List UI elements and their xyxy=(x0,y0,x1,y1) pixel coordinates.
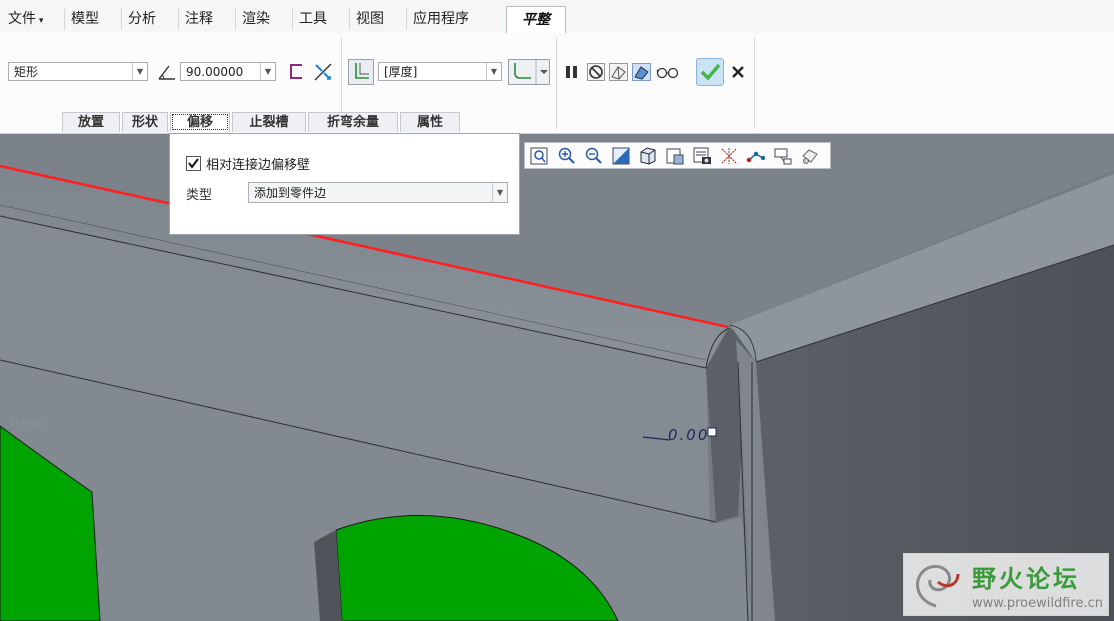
geometry-preview-icon[interactable] xyxy=(609,63,629,83)
menu-model[interactable]: 模型 xyxy=(64,8,105,30)
ribbon-divider xyxy=(754,37,755,129)
forum-watermark: 野火论坛 www.proewildfire.cn xyxy=(903,553,1109,616)
type-label: 类型 xyxy=(186,188,213,203)
tab-bend-allowance[interactable]: 折弯余量 xyxy=(308,112,398,132)
menu-render[interactable]: 渲染 xyxy=(235,8,276,30)
angle-input-value: 90.00000 xyxy=(186,65,244,79)
menu-analysis[interactable]: 分析 xyxy=(121,8,162,30)
check-icon xyxy=(700,63,721,81)
angle-icon xyxy=(157,62,177,82)
chevron-down-icon: ▼ xyxy=(260,63,275,80)
refit-icon[interactable] xyxy=(529,146,551,166)
datum-display-icon[interactable] xyxy=(718,146,740,166)
check-icon xyxy=(188,158,199,169)
tab-offset[interactable]: 偏移 xyxy=(170,112,230,132)
angle-input[interactable]: 90.00000 ▼ xyxy=(180,62,276,81)
menu-bar: 文件 ▾ 模型 分析 注释 渲染 工具 视图 应用程序 平整 xyxy=(0,0,1114,34)
thickness-side-button[interactable] xyxy=(348,59,374,85)
forum-url: www.proewildfire.cn xyxy=(972,596,1103,611)
graphics-toolbar xyxy=(524,142,831,169)
offset-panel: 相对连接边偏移壁 类型 添加到零件边 ▼ xyxy=(169,133,520,235)
spin-center-icon[interactable] xyxy=(745,146,767,166)
bracket-shape-icon[interactable] xyxy=(287,62,307,82)
chevron-down-icon: ▼ xyxy=(132,63,147,80)
menu-apps[interactable]: 应用程序 xyxy=(406,8,475,30)
tab-relief[interactable]: 止裂槽 xyxy=(232,112,306,132)
verify-preview-icon[interactable] xyxy=(632,63,652,83)
view-manager-icon[interactable] xyxy=(691,146,713,166)
faint-watermark-text: 野火模式 xyxy=(10,419,47,429)
offset-wall-checkbox-label: 相对连接边偏移壁 xyxy=(206,158,311,173)
display-style-icon[interactable] xyxy=(637,146,659,166)
forum-name: 野火论坛 xyxy=(972,565,1080,593)
menu-flat-active-tab[interactable]: 平整 xyxy=(506,6,566,34)
offset-type-select[interactable]: 添加到零件边 ▼ xyxy=(248,182,508,203)
pause-icon[interactable] xyxy=(562,63,582,83)
menu-file[interactable]: 文件 ▾ xyxy=(2,8,49,30)
forum-logo-icon xyxy=(916,565,960,608)
tab-shape[interactable]: 形状 xyxy=(122,112,168,132)
menu-annotate[interactable]: 注释 xyxy=(178,8,219,30)
chevron-down-icon: ▼ xyxy=(486,63,501,80)
ribbon-divider xyxy=(556,37,557,129)
thickness-select[interactable]: [厚度] ▼ xyxy=(378,62,502,81)
zoom-in-icon[interactable] xyxy=(556,146,578,166)
model-graphics xyxy=(0,134,1114,621)
flip-direction-icon[interactable] xyxy=(312,61,334,83)
tab-placement[interactable]: 放置 xyxy=(62,112,120,132)
bend-radius-dropdown[interactable] xyxy=(508,59,550,85)
cancel-button[interactable] xyxy=(730,63,750,83)
model-viewport[interactable]: 野火模式 0.00 xyxy=(0,134,1114,621)
offset-wall-checkbox[interactable] xyxy=(186,156,201,171)
thickness-select-value: [厚度] xyxy=(384,65,418,79)
tab-properties[interactable]: 属性 xyxy=(400,112,460,132)
appearance-gallery-icon[interactable] xyxy=(799,146,821,166)
annotation-display-icon[interactable] xyxy=(772,146,794,166)
chevron-down-icon: ▼ xyxy=(492,183,507,202)
shape-select[interactable]: 矩形 ▼ xyxy=(8,62,148,81)
menu-tools[interactable]: 工具 xyxy=(292,8,333,30)
shape-select-value: 矩形 xyxy=(14,65,39,79)
repaint-icon[interactable] xyxy=(610,146,632,166)
menu-file-label: 文件 xyxy=(8,11,36,27)
offset-dimension-value[interactable]: 0.00 xyxy=(668,426,709,444)
zoom-out-icon[interactable] xyxy=(583,146,605,166)
menu-view[interactable]: 视图 xyxy=(349,8,390,30)
no-preview-icon[interactable] xyxy=(587,63,607,83)
close-icon xyxy=(732,66,744,78)
glasses-icon[interactable] xyxy=(656,63,680,83)
accept-button[interactable] xyxy=(696,58,724,86)
offset-type-value: 添加到零件边 xyxy=(254,186,327,200)
chevron-down-icon: ▾ xyxy=(36,16,44,26)
saved-orientations-icon[interactable] xyxy=(664,146,686,166)
